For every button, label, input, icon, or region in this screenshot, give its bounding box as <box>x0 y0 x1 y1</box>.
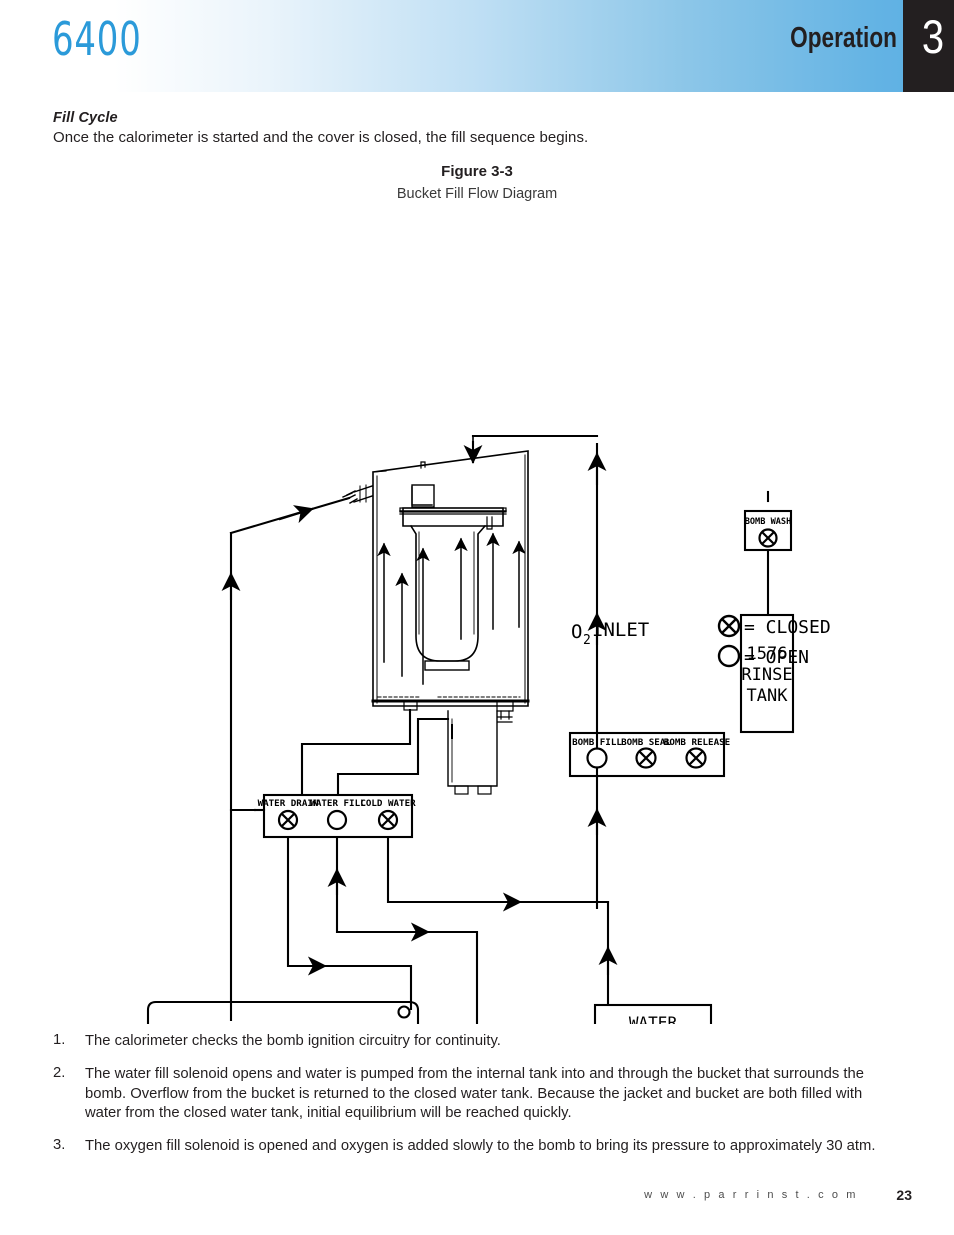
valve-water-fill <box>326 809 348 831</box>
water-tank-body <box>146 1000 420 1024</box>
step-text: The oxygen fill solenoid is opened and o… <box>85 1138 876 1155</box>
valve-bomb-fill <box>586 747 608 769</box>
figure-title: Figure 3-3 <box>441 163 513 180</box>
page-model-title: 6400 <box>52 12 142 66</box>
fill-cycle-text: Once the calorimeter is started and the … <box>53 129 589 146</box>
valve-bomb-seal <box>635 747 657 769</box>
figure-subtitle: Bucket Fill Flow Diagram <box>396 186 558 202</box>
o2-inlet-subscript: 2 <box>583 633 591 648</box>
figure-caption: Figure 3-3 Bucket Fill Flow Diagram <box>0 163 954 202</box>
rinse-tank-label-line2: RINSE <box>741 665 792 685</box>
o2-inlet-label-rest: INLET <box>592 619 649 641</box>
list-item: 1. The calorimeter checks the bomb ignit… <box>53 1032 883 1052</box>
o2-inlet-label: O <box>571 621 582 643</box>
valve-water-drain <box>277 809 299 831</box>
legend-closed-valve-icon <box>717 614 741 638</box>
legend-open-label: = OPEN <box>744 647 809 668</box>
footer-page-number: 23 <box>896 1187 912 1203</box>
list-item: 3. The oxygen fill solenoid is opened an… <box>53 1137 883 1157</box>
header-section-number: 3 <box>921 10 944 63</box>
fill-cycle-heading: Fill Cycle <box>53 110 118 126</box>
valve-label-bomb-release: BOMB RELEASE <box>664 737 730 748</box>
step-number: 2. <box>53 1064 66 1081</box>
rinse-tank-label-line3: TANK <box>747 686 789 706</box>
step-number: 1. <box>53 1032 66 1048</box>
water-tank-port-top <box>397 1005 411 1019</box>
pipe-drain-to-tank <box>286 836 413 1011</box>
step-text: The calorimeter checks the bomb ignition… <box>85 1033 501 1049</box>
legend-closed-label: = CLOSED <box>744 617 831 638</box>
pipe-bucket-drain <box>300 708 412 797</box>
calorimeter-bucket-drawing <box>342 450 530 795</box>
pipe-coldwater-right <box>386 836 610 904</box>
step-text: The water fill solenoid opens and water … <box>85 1065 864 1122</box>
valve-label-cold-water: COLD WATER <box>360 798 416 809</box>
bucket-fill-flow-diagram: WATER DRAIN WATER FILL COLD WATER BOMB F… <box>0 214 954 1024</box>
valve-bomb-release <box>685 747 707 769</box>
valve-label-water-drain: WATER DRAIN <box>258 798 319 809</box>
valve-label-bomb-fill: BOMB FILL <box>572 737 622 748</box>
page-footer: w w w . p a r r i n s t . c o m 23 <box>0 1187 954 1213</box>
step-number: 3. <box>53 1137 66 1154</box>
valve-label-water-fill: WATER FILL <box>310 798 366 809</box>
valve-cold-water <box>377 809 399 831</box>
legend-open-valve-icon <box>717 644 741 668</box>
water-chiller-label-line1: WATER <box>629 1013 678 1024</box>
list-item: 2. The water fill solenoid opens and wat… <box>53 1065 883 1124</box>
procedure-steps-list: 1. The calorimeter checks the bomb ignit… <box>53 1032 883 1170</box>
intro-block: Fill Cycle Once the calorimeter is start… <box>53 110 813 146</box>
footer-website-url: w w w . p a r r i n s t . c o m <box>644 1189 858 1201</box>
header-section-name: Operation <box>790 22 897 54</box>
valve-bomb-wash <box>758 528 778 548</box>
valve-label-bomb-wash: BOMB WASH <box>745 517 792 527</box>
pipe-bucket-base-to-bank <box>336 717 450 797</box>
